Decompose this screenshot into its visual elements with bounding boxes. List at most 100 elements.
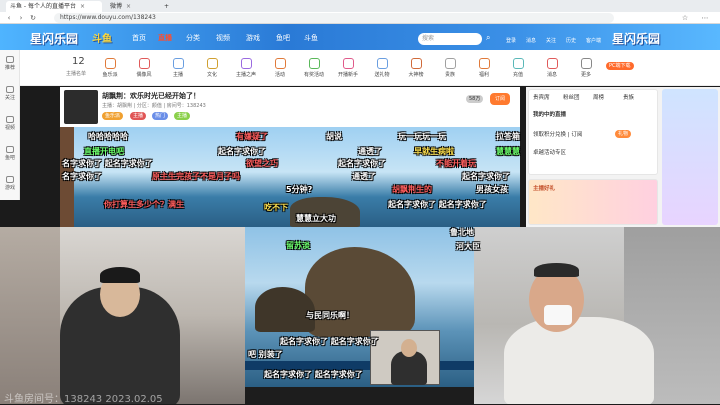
nav-more[interactable]: 斗鱼 (304, 33, 318, 43)
category-item[interactable]: 文化 (200, 58, 224, 78)
nav-video[interactable]: 视频 (216, 33, 230, 43)
search-icon[interactable]: ⌕ (486, 33, 490, 43)
sidebar-item-recommend[interactable]: 推荐 (2, 56, 18, 71)
category-strip: 12 主播名单 鱼乐派 偶像风 主播 文化 主播之声 活动 有奖活动 开播新手 送礼物 大神榜 贵族… (20, 50, 720, 86)
nav-yuba[interactable]: 鱼吧 (276, 33, 290, 43)
tab-fans[interactable]: 粉丝团 (563, 93, 580, 101)
category-item[interactable]: 送礼物 (370, 58, 394, 78)
tag[interactable]: 鱼乐派 (102, 112, 124, 120)
card-line-2[interactable]: 卓越活动专区 (533, 148, 566, 156)
category-icon (444, 58, 456, 69)
search-input[interactable]: 搜索 (418, 33, 482, 45)
site-logo[interactable]: 斗鱼 (92, 30, 112, 45)
category-item[interactable]: 鱼乐派 (98, 58, 122, 78)
tag[interactable]: 主播 (174, 112, 191, 120)
sidebar-item-yuba[interactable]: 鱼吧 (2, 146, 18, 161)
category-item[interactable]: 有奖活动 (302, 58, 326, 78)
follow-button[interactable]: 订阅 (490, 93, 511, 105)
danmu-comment: 欲望之巧 (246, 159, 278, 168)
pc-download-badge[interactable]: PC端下载 (606, 62, 634, 70)
side-banner[interactable] (662, 89, 718, 225)
sidebar-item-game[interactable]: 游戏 (2, 176, 18, 191)
video-player[interactable] (60, 127, 520, 227)
star-icon[interactable]: ☆ (680, 13, 690, 23)
event-logo-right[interactable]: 星闪乐园 (612, 30, 660, 47)
category-item[interactable]: 大神榜 (404, 58, 428, 78)
category-label: 消息 (546, 72, 557, 78)
danmu-comment: 与民同乐啊！ (306, 311, 354, 320)
tab-noble[interactable]: 贵族 (623, 93, 634, 101)
category-item[interactable]: 主播 (166, 58, 190, 78)
new-tab-button[interactable]: + (160, 1, 173, 12)
danmu-comment: 玩一玩玩一玩 (398, 132, 446, 141)
gift-button[interactable]: 礼物 (615, 130, 632, 138)
category-item[interactable]: 福利 (472, 58, 496, 78)
gamepad-icon (6, 176, 14, 183)
follower-count: 58万 (466, 95, 484, 103)
category-item[interactable]: 活动 (268, 58, 292, 78)
sidebar-item-label: 游戏 (4, 185, 15, 191)
refresh-icon[interactable]: ↻ (28, 13, 38, 23)
card-line-1[interactable]: 领取积分兑换 | 订阅 (533, 130, 582, 138)
danmu-comment: 有嫌疑了 (236, 132, 268, 141)
login-link[interactable]: 登录 (506, 37, 516, 44)
back-icon[interactable]: ‹ (4, 13, 14, 23)
danmu-comment: 通透了 (358, 147, 382, 156)
category-item[interactable]: 消息 (540, 58, 564, 78)
danmu-comment: 起名字求你了 起名字求你了 (388, 200, 487, 209)
sidebar-item-follow[interactable]: 关注 (2, 86, 18, 101)
streamer-bar: 胡飘荆：欢乐时光已经开始了！ 主播：胡飘荆 | 分区：颜值 | 房间号：1382… (60, 87, 520, 127)
video-icon (6, 116, 14, 123)
message-link[interactable]: 消息 (526, 37, 536, 44)
close-icon[interactable]: × (126, 3, 131, 10)
browser-tab-douyu[interactable]: 斗鱼 - 每个人的直播平台 × (6, 1, 102, 12)
close-icon[interactable]: × (80, 3, 85, 10)
menu-icon[interactable]: ⋯ (700, 13, 710, 23)
site-header: 星闪乐园 斗鱼 首页 直播 分类 视频 游戏 鱼吧 斗鱼 搜索 ⌕ 登录 消息 … (0, 24, 720, 50)
danmu-comment: 慧慧慧 (496, 147, 520, 156)
history-link[interactable]: 历史 (566, 37, 576, 44)
avatar[interactable] (64, 90, 98, 124)
category-icon (308, 58, 320, 69)
category-item[interactable]: 偶像风 (132, 58, 156, 78)
nav-home[interactable]: 首页 (132, 33, 146, 43)
category-item[interactable]: 更多 (574, 58, 598, 78)
danmu-comment: 5分钟? (286, 185, 313, 194)
category-item[interactable]: 主播之声 (234, 58, 258, 78)
event-logo[interactable]: 星闪乐园 (30, 30, 78, 47)
nav-game[interactable]: 游戏 (246, 33, 260, 43)
tag[interactable]: 热门 (152, 112, 169, 120)
tab-vip[interactable]: 贵宾席 (533, 93, 550, 101)
danmu-comment: 胡飘荆生的 (392, 185, 432, 194)
category-label: 开播新手 (337, 72, 358, 78)
url-input[interactable]: https://www.douyu.com/138243 (54, 13, 614, 23)
category-label: 活动 (274, 72, 285, 78)
list-count: 12 (72, 56, 85, 67)
danmu-comment: 起名字求你了 起名字求你了 (280, 337, 379, 346)
sidebar-item-video[interactable]: 视频 (2, 116, 18, 131)
browser-tab-weibo[interactable]: 微博 × (106, 1, 156, 12)
danmu-comment: 吧 别装了 (248, 350, 283, 359)
danmu-comment: 你打算生多少个？满生 (104, 200, 184, 209)
nav-category[interactable]: 分类 (186, 33, 200, 43)
category-item[interactable]: 开播新手 (336, 58, 360, 78)
tag[interactable]: 主播 (130, 112, 147, 120)
tab-week[interactable]: 周榜 (593, 93, 604, 101)
category-icon (342, 58, 354, 69)
category-label: 主播 (172, 72, 183, 78)
follow-link[interactable]: 关注 (546, 37, 556, 44)
category-item[interactable]: 贵族 (438, 58, 462, 78)
category-item[interactable]: 充值 (506, 58, 530, 78)
address-bar: ‹ › ↻ https://www.douyu.com/138243 ☆ ⋯ (0, 12, 720, 24)
category-label: 文化 (206, 72, 217, 78)
tab-label: 微博 (110, 3, 123, 10)
danmu-comment: 起名字求你了 (218, 147, 266, 156)
danmu-comment: 男孩女孩 (476, 185, 508, 194)
category-label: 鱼乐派 (102, 72, 118, 78)
heart-icon (6, 86, 14, 93)
category-icon (274, 58, 286, 69)
forward-icon[interactable]: › (16, 13, 26, 23)
nav-live[interactable]: 直播 (158, 33, 172, 43)
promo-card[interactable]: 主播好礼 (528, 179, 658, 225)
client-link[interactable]: 客户端 (586, 37, 601, 44)
